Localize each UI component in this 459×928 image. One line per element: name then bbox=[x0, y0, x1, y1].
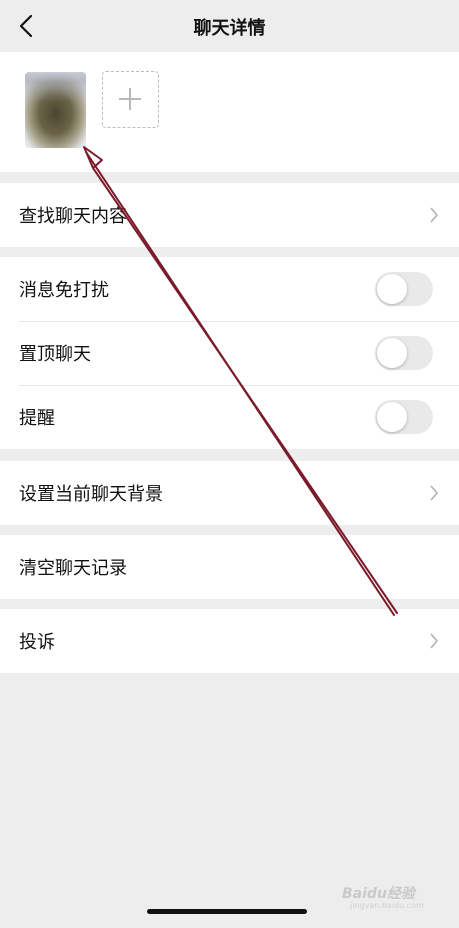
report-row[interactable]: 投诉 bbox=[0, 609, 459, 673]
chevron-right-icon bbox=[430, 633, 439, 649]
row-label: 置顶聊天 bbox=[19, 344, 91, 365]
row-label: 消息免打扰 bbox=[19, 280, 109, 301]
row-label: 清空聊天记录 bbox=[19, 558, 127, 579]
watermark: Baidu经验 jingyan.baidu.com bbox=[342, 883, 432, 910]
clear-chat-history-row[interactable]: 清空聊天记录 bbox=[0, 535, 459, 599]
remind-toggle[interactable] bbox=[375, 400, 433, 434]
chevron-right-icon bbox=[430, 485, 439, 501]
watermark-text: Baidu经验 bbox=[342, 886, 415, 902]
toggle-knob bbox=[377, 338, 407, 368]
sticky-on-top-toggle[interactable] bbox=[375, 336, 433, 370]
home-indicator bbox=[147, 909, 307, 914]
mute-notifications-toggle[interactable] bbox=[375, 272, 433, 306]
settings-group-toggles: 消息免打扰 置顶聊天 提醒 bbox=[0, 257, 459, 449]
page-title: 聊天详情 bbox=[193, 18, 266, 39]
settings-group-clear: 清空聊天记录 bbox=[0, 535, 459, 599]
toggle-knob bbox=[377, 274, 407, 304]
settings-group-report: 投诉 bbox=[0, 609, 459, 673]
watermark-url: jingyan.baidu.com bbox=[350, 901, 424, 910]
chevron-right-icon bbox=[430, 207, 439, 223]
row-label: 设置当前聊天背景 bbox=[19, 484, 163, 505]
settings-group-search: 查找聊天内容 bbox=[0, 183, 459, 247]
settings-group-background: 设置当前聊天背景 bbox=[0, 461, 459, 525]
sticky-on-top-row: 置顶聊天 bbox=[0, 321, 459, 385]
row-label: 提醒 bbox=[19, 408, 55, 429]
toggle-knob bbox=[377, 402, 407, 432]
row-label: 投诉 bbox=[19, 632, 55, 653]
add-member-button[interactable] bbox=[102, 71, 159, 128]
member-avatar[interactable] bbox=[25, 72, 86, 148]
mute-notifications-row: 消息免打扰 bbox=[0, 257, 459, 321]
row-label: 查找聊天内容 bbox=[19, 206, 127, 227]
plus-icon bbox=[119, 88, 141, 110]
set-chat-background-row[interactable]: 设置当前聊天背景 bbox=[0, 461, 459, 525]
navigation-bar: 聊天详情 bbox=[0, 0, 459, 52]
remind-row: 提醒 bbox=[0, 385, 459, 449]
search-chat-history-row[interactable]: 查找聊天内容 bbox=[0, 183, 459, 247]
